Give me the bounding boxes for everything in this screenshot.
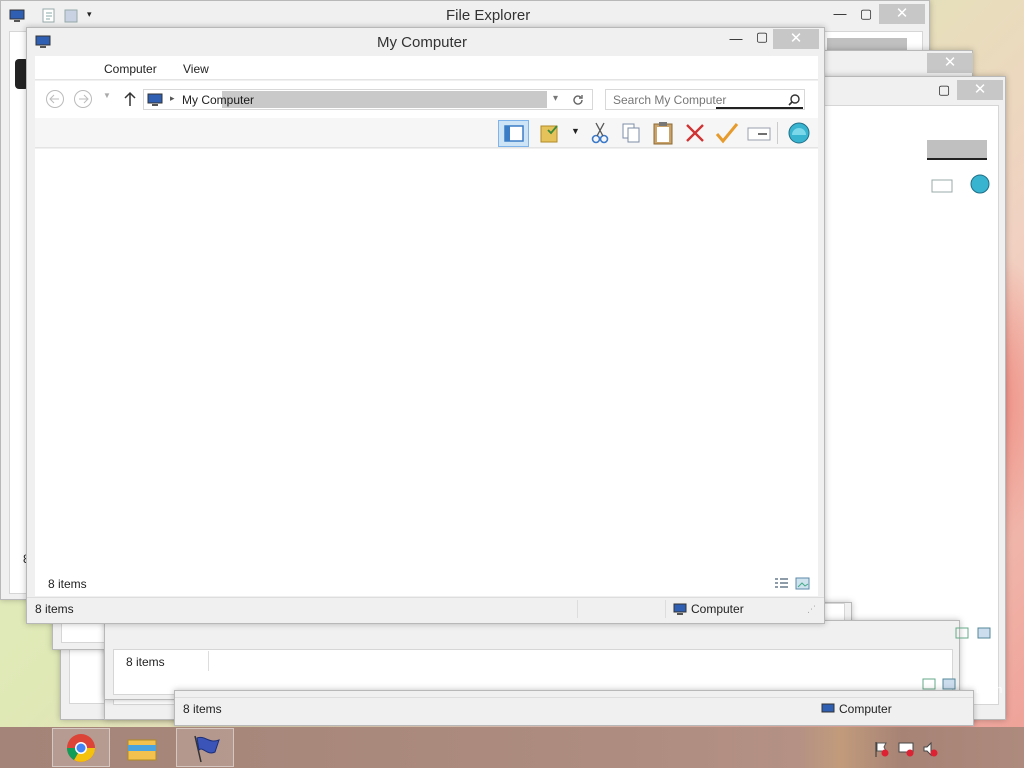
search-underline [716,107,803,109]
copy-icon[interactable] [619,120,643,146]
delete-x-icon[interactable] [683,120,707,146]
status-bar: 8 items Computer [175,697,973,719]
status-items-count: 8 items [183,702,222,716]
shell-icon[interactable] [786,120,812,146]
toolbar-separator [777,122,778,144]
quick-access-toolbar: ▾ [7,7,107,25]
menu-computer[interactable]: Computer [104,62,157,76]
taskbar-chrome[interactable] [52,728,110,767]
back-arrow-icon[interactable] [45,89,65,109]
maximize-button[interactable]: ▢ [749,28,775,48]
status-items-count: 8 items [35,602,74,616]
recent-locations-icon[interactable]: ▼ [103,91,111,100]
background-window-6[interactable]: 8 items Computer [174,690,974,726]
search-input[interactable]: Search My Computer [605,89,805,110]
rename-icon[interactable] [746,120,772,146]
address-bar[interactable]: ▸ My Computer ▾ [143,89,593,110]
layout-pane-icon[interactable] [498,120,529,147]
properties-icon[interactable] [41,8,57,24]
large-icons-view-icon[interactable] [795,577,811,591]
refresh-icon[interactable] [571,93,585,107]
clipboard-icon[interactable] [651,120,675,146]
desktop-shortcut-label[interactable]: le Lin [976,684,1002,696]
window-title: My Computer [377,34,468,51]
status-bar: 8 items Computer ⋰ [27,597,824,619]
search-placeholder: Search My Computer [613,93,727,107]
close-button[interactable]: ✕ [927,53,973,73]
command-toolbar: ▼ [35,118,818,148]
minimize-button[interactable]: — [723,30,749,50]
tab-items: 8 items [115,651,209,671]
up-arrow-icon[interactable] [123,91,137,107]
address-selection [222,91,547,108]
computer-icon [821,703,835,713]
computer-icon [147,93,163,106]
customize-dropdown-icon[interactable]: ▾ [87,9,92,20]
computer-icon [35,35,51,48]
address-dropdown-icon[interactable]: ▾ [553,93,558,104]
status-separator [577,600,578,618]
rename-icon[interactable] [931,178,953,194]
maximize-button[interactable]: ▢ [931,81,957,101]
taskbar-flag-app[interactable] [176,728,234,767]
volume-muted-icon[interactable] [922,741,938,757]
right-window-view-icons[interactable] [954,626,994,642]
scissors-icon[interactable] [588,120,612,146]
menu-bar: Computer View [35,56,818,80]
minimize-button[interactable]: — [827,5,853,25]
view-toggle-icons[interactable] [921,677,961,691]
folder-check-icon[interactable] [538,120,564,146]
status-location: Computer [839,702,892,716]
shell-icon[interactable] [969,173,991,195]
new-folder-icon[interactable] [63,8,79,24]
maximize-button[interactable]: ▢ [853,5,879,25]
breadcrumb-separator-icon[interactable]: ▸ [170,93,175,104]
forward-arrow-icon[interactable] [73,89,93,109]
file-explorer-icon [127,739,157,761]
taskbar-file-explorer[interactable] [112,728,170,767]
background-window-5[interactable]: 8 items [104,620,960,700]
resize-grip-icon[interactable]: ⋰ [807,598,816,620]
taskbar [0,727,1024,768]
action-center-flag-icon[interactable] [873,741,889,757]
close-button[interactable]: ✕ [773,29,819,49]
computer-icon [673,603,687,615]
file-list-area[interactable]: 8 items [35,149,818,596]
network-icon[interactable] [898,741,914,757]
chrome-icon [67,734,95,762]
search-input[interactable] [927,140,987,160]
checkmark-icon[interactable] [714,120,740,146]
window-title: File Explorer [446,7,531,24]
flag-app-icon [194,735,220,763]
computer-icon [9,9,25,22]
search-icon[interactable] [787,93,801,107]
status-location: Computer [691,602,744,616]
menu-view[interactable]: View [183,62,209,76]
view-toggle-icons[interactable] [954,626,994,642]
content-items-count: 8 items [48,577,87,591]
my-computer-window[interactable]: My Computer — ▢ ✕ Computer View ▼ ▸ My C… [26,27,825,624]
status-items-count: 8 items [126,655,165,669]
close-button[interactable]: ✕ [957,80,1003,100]
close-button[interactable]: ✕ [879,4,925,24]
dropdown-arrow-icon[interactable]: ▼ [571,126,580,136]
status-separator [665,600,666,618]
window-client-area [113,649,953,695]
details-view-icon[interactable] [773,577,789,591]
